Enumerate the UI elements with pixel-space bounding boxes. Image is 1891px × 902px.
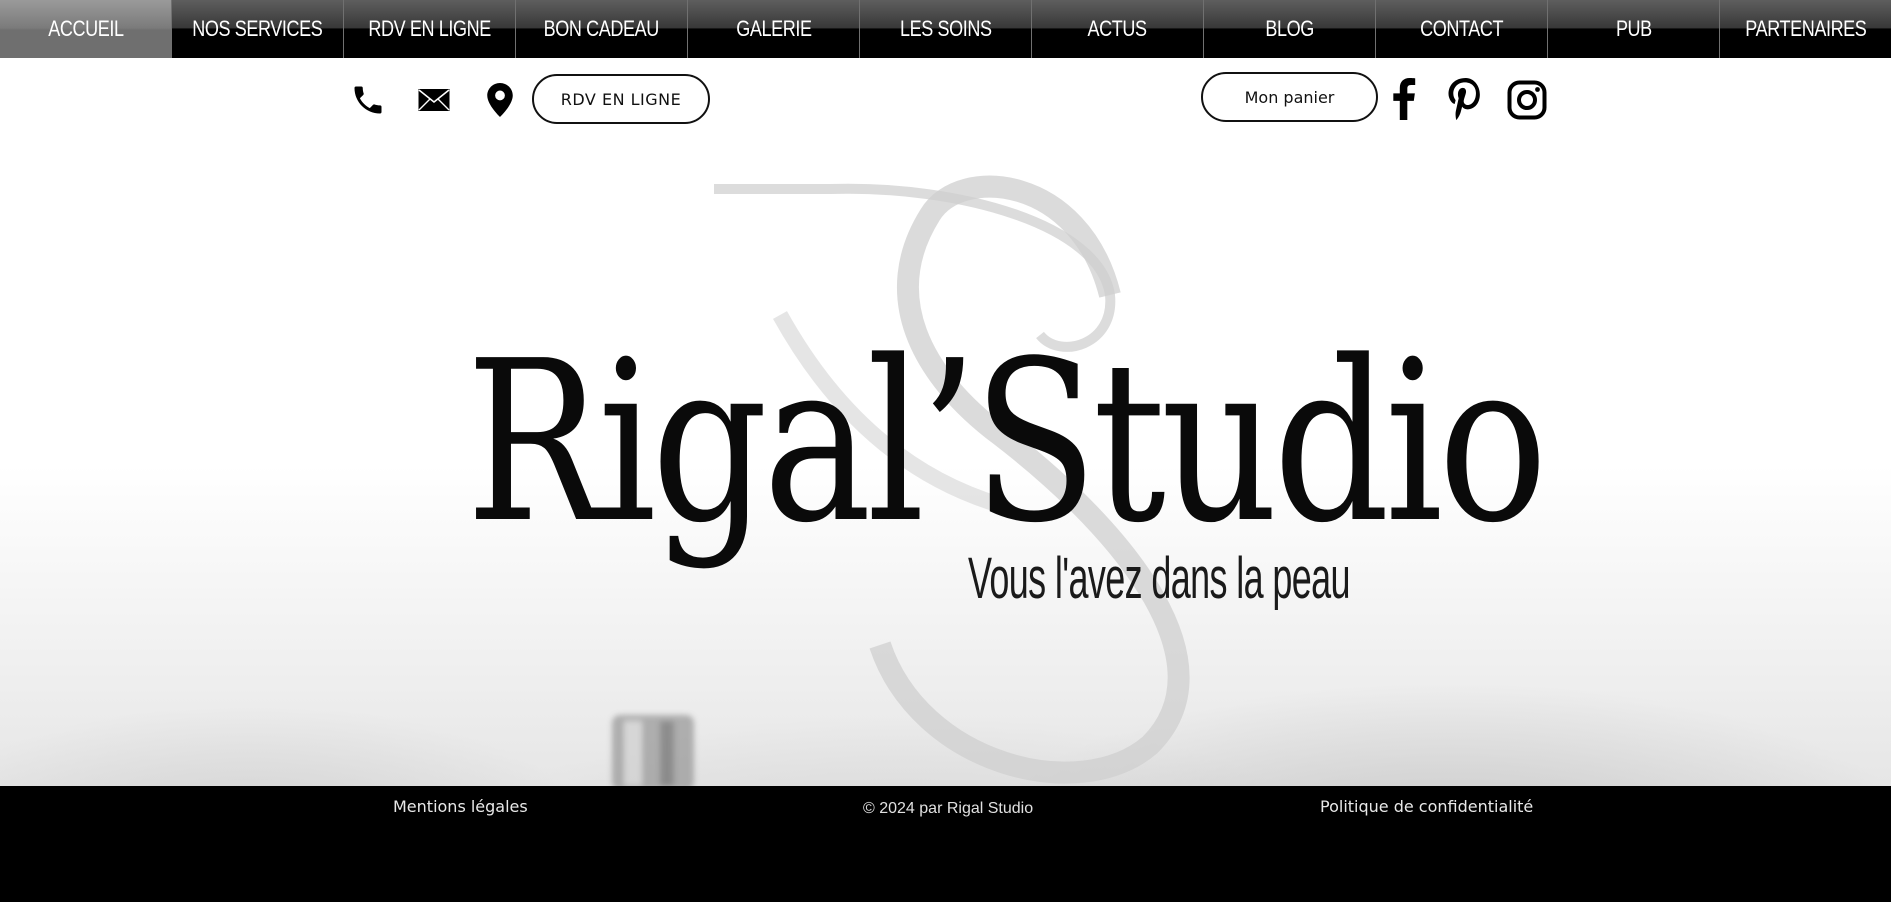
legal-notice-link[interactable]: Mentions légales	[393, 797, 528, 816]
nav-item-label: BON CADEAU	[543, 16, 660, 41]
nav-item-partenaires[interactable]: PARTENAIRES	[1719, 0, 1891, 58]
nav-item-label: PUB	[1615, 16, 1652, 41]
nav-item-les-soins[interactable]: LES SOINS	[859, 0, 1031, 58]
main-navigation: ACCUEIL NOS SERVICES RDV EN LIGNE BON CA…	[0, 0, 1891, 58]
facebook-icon[interactable]	[1388, 76, 1420, 122]
nav-item-blog[interactable]: BLOG	[1203, 0, 1375, 58]
nav-item-rdv-en-ligne[interactable]: RDV EN LIGNE	[343, 0, 515, 58]
nav-item-label: BLOG	[1265, 16, 1314, 41]
privacy-policy-link[interactable]: Politique de confidentialité	[1320, 797, 1533, 816]
rdv-en-ligne-button[interactable]: RDV EN LIGNE	[532, 74, 710, 124]
nav-item-label: ACTUS	[1087, 16, 1148, 41]
nav-item-label: NOS SERVICES	[192, 16, 323, 41]
map-pin-icon[interactable]	[482, 80, 518, 120]
nav-item-accueil[interactable]: ACCUEIL	[0, 0, 171, 58]
instagram-icon[interactable]	[1505, 78, 1549, 122]
nav-item-contact[interactable]: CONTACT	[1375, 0, 1547, 58]
nav-item-nos-services[interactable]: NOS SERVICES	[171, 0, 343, 58]
nav-item-label: LES SOINS	[899, 16, 992, 41]
nav-item-label: GALERIE	[735, 16, 812, 41]
nav-item-actus[interactable]: ACTUS	[1031, 0, 1203, 58]
pinterest-icon[interactable]	[1445, 76, 1485, 122]
envelope-icon[interactable]	[414, 82, 454, 118]
footer: Mentions légales © 2024 par Rigal Studio…	[0, 786, 1891, 902]
nav-item-label: PARTENAIRES	[1744, 16, 1867, 41]
cart-button[interactable]: Mon panier	[1201, 72, 1378, 122]
copyright-text: © 2024 par Rigal Studio	[863, 800, 1034, 817]
nav-item-bon-cadeau[interactable]: BON CADEAU	[515, 0, 687, 58]
tagline: Vous l'avez dans la peau	[968, 546, 1350, 611]
nav-item-label: ACCUEIL	[47, 16, 124, 41]
hero-section: Rigal’Studio Vous l'avez dans la peau	[0, 145, 1891, 786]
nav-item-pub[interactable]: PUB	[1547, 0, 1719, 58]
nav-item-galerie[interactable]: GALERIE	[687, 0, 859, 58]
site-logo: Rigal’Studio	[466, 314, 1548, 572]
nav-item-label: CONTACT	[1419, 16, 1503, 41]
phone-icon[interactable]	[348, 80, 388, 120]
nav-item-label: RDV EN LIGNE	[368, 16, 491, 41]
